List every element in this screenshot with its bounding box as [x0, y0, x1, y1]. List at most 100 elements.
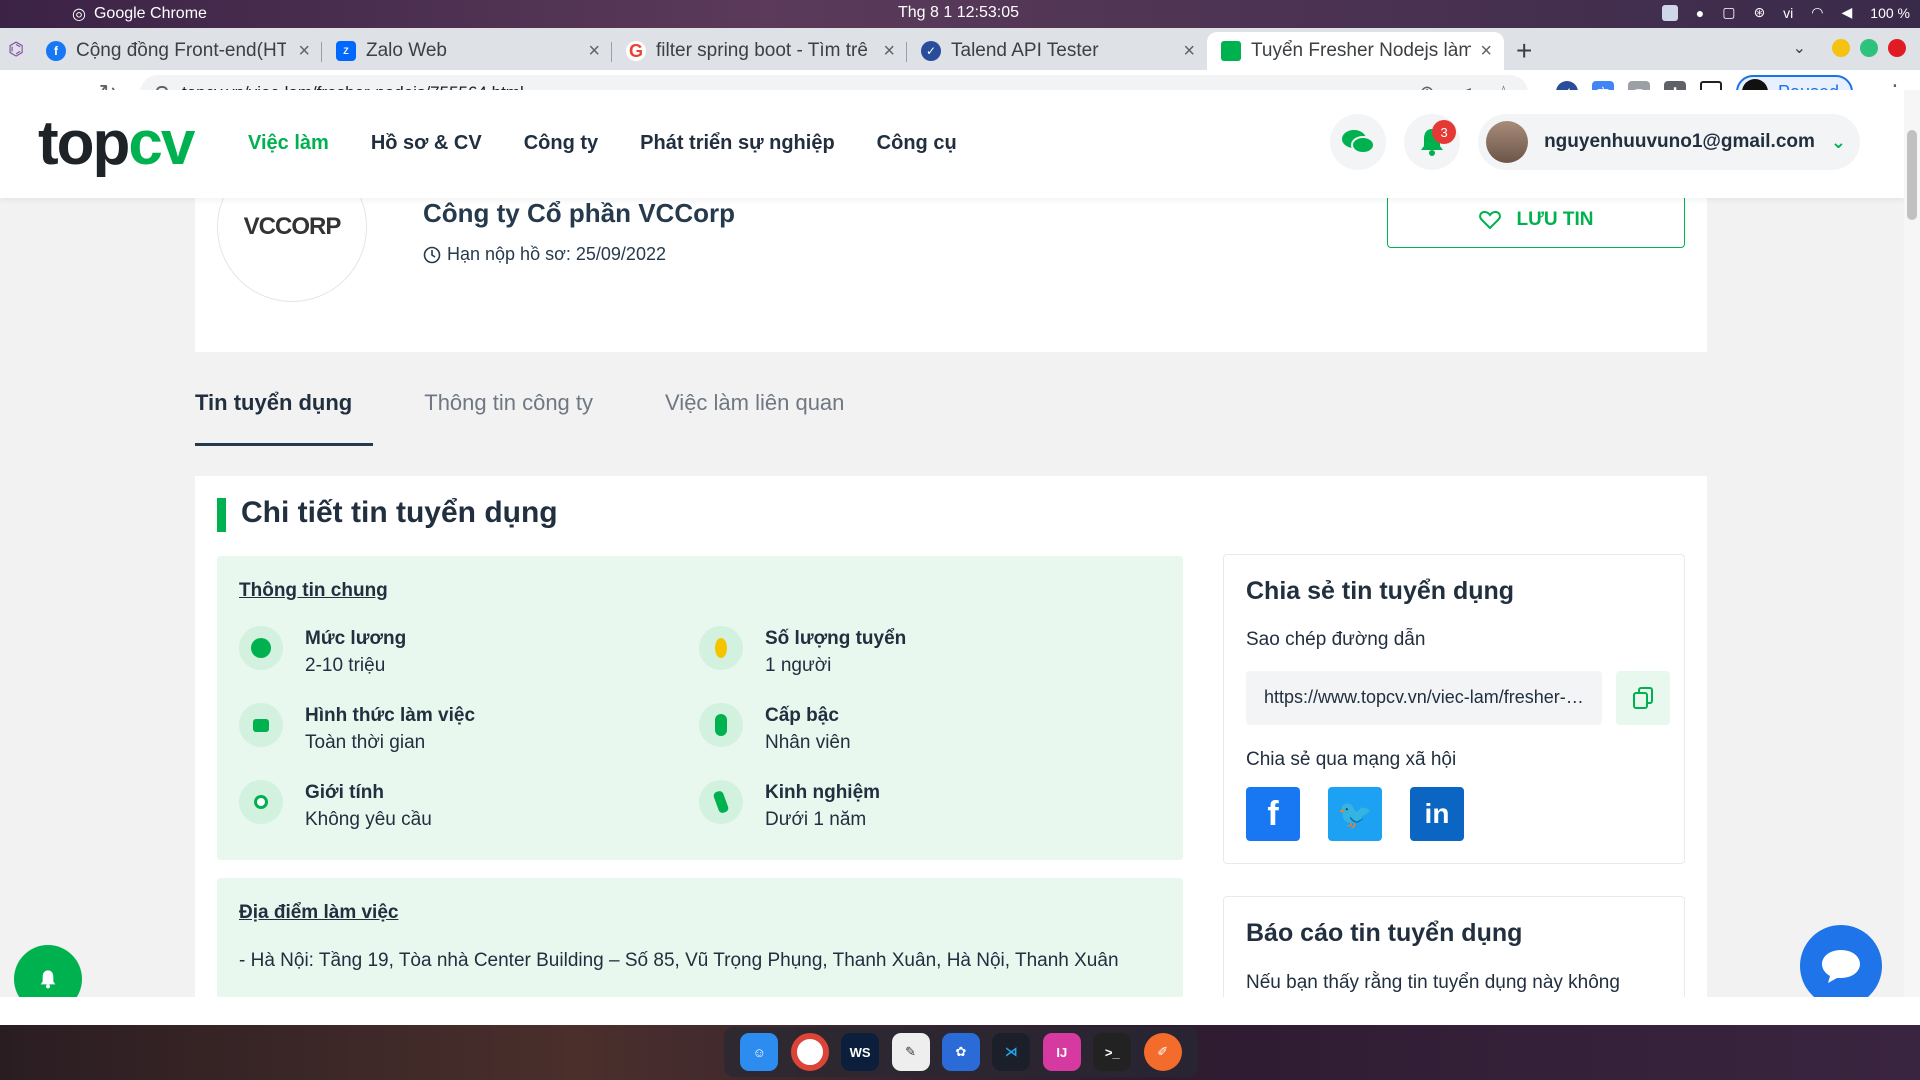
user-menu[interactable]: nguyenhuuvuno1@gmail.com ⌄ [1478, 114, 1860, 170]
chat-icon [1342, 130, 1376, 154]
close-tab-icon[interactable]: × [1480, 40, 1492, 63]
facebook-icon[interactable]: f [1246, 787, 1300, 841]
info-experience: Kinh nghiệm Dưới 1 năm [699, 780, 880, 834]
clock-icon [423, 246, 441, 263]
browser-tab-active[interactable]: Tuyển Fresher Nodejs làm × [1207, 32, 1504, 70]
close-tab-icon[interactable]: × [588, 40, 600, 63]
share-box: Chia sẻ tin tuyển dụng Sao chép đường dẫ… [1223, 554, 1685, 864]
webstorm-icon[interactable]: WS [841, 1033, 880, 1071]
active-app[interactable]: ◎ Google Chrome [72, 4, 207, 24]
tab-strip: ⌬ f Cộng đồng Front-end(HT × Z Zalo Web … [0, 28, 1920, 70]
tab-company-info[interactable]: Thông tin công ty [424, 390, 593, 446]
job-tabs: Tin tuyển dụng Thông tin công ty Việc là… [195, 390, 844, 446]
vscode-icon[interactable]: ⋊ [992, 1033, 1031, 1071]
nav-item-tools[interactable]: Công cụ [877, 132, 957, 155]
page-scrollbar[interactable] [1904, 90, 1920, 997]
browser-tab[interactable]: f Cộng đồng Front-end(HT × [32, 32, 322, 70]
chevron-down-icon: ⌄ [1830, 131, 1846, 152]
minimize-button[interactable] [1832, 39, 1850, 57]
pen-tool-icon[interactable]: ✐ [1143, 1033, 1182, 1071]
copy-link-button[interactable] [1616, 671, 1670, 725]
notification-badge: 3 [1432, 120, 1457, 144]
new-tab-button[interactable]: + [1516, 32, 1532, 70]
report-box: Báo cáo tin tuyển dụng Nếu bạn thấy rằng… [1223, 896, 1685, 997]
job-detail-section: Chi tiết tin tuyển dụng Thông tin chung … [195, 476, 1707, 997]
briefcase-icon [239, 703, 283, 747]
topcv-icon [1221, 41, 1241, 61]
info-work-type: Hình thức làm việc Toàn thời gian [239, 703, 475, 757]
dock: ☺ WS ✎ ✿ ⋊ IJ >_ ✐ [724, 1027, 1198, 1077]
share-link-field[interactable]: https://www.topcv.vn/viec-lam/fresher-no… [1246, 671, 1602, 725]
floating-chat-button[interactable] [1800, 925, 1882, 997]
social-share-buttons: f 🐦 in [1246, 787, 1464, 841]
notifications-button[interactable]: 3 [1404, 114, 1461, 170]
chrome-icon[interactable] [790, 1033, 829, 1071]
battery-status[interactable]: 100 % [1870, 5, 1910, 21]
site-header: topcv Việc làm Hồ sơ & CV Công ty Phát t… [0, 90, 1904, 198]
chevron-down-icon[interactable]: ⌄ [1793, 38, 1806, 58]
main-nav: Việc làm Hồ sơ & CV Công ty Phát triển s… [248, 132, 957, 155]
report-title: Báo cáo tin tuyển dụng [1246, 919, 1523, 947]
close-tab-icon[interactable]: × [883, 40, 895, 63]
volume-icon[interactable]: ◀ [1842, 4, 1853, 21]
accessibility-icon[interactable]: ⊛ [1753, 4, 1765, 21]
system-clock[interactable]: Thg 8 1 12:53:05 [898, 4, 1019, 22]
nav-item-company[interactable]: Công ty [524, 132, 598, 155]
section-title: Chi tiết tin tuyển dụng [217, 496, 558, 532]
location-address: - Hà Nội: Tầng 19, Tòa nhà Center Buildi… [239, 950, 1119, 971]
copy-link-label: Sao chép đường dẫn [1246, 629, 1426, 650]
clipboard-icon[interactable]: ▢ [1722, 4, 1735, 21]
linkedin-icon[interactable]: in [1410, 787, 1464, 841]
badge-icon [699, 703, 743, 747]
work-location-box: Địa điểm làm việc - Hà Nội: Tầng 19, Tòa… [217, 878, 1183, 997]
nav-item-career[interactable]: Phát triển sự nghiệp [640, 132, 835, 155]
copy-icon [1633, 687, 1653, 709]
maximize-button[interactable] [1860, 39, 1878, 57]
general-info-heading: Thông tin chung [239, 580, 388, 601]
system-menubar: ◎ Google Chrome Thg 8 1 12:53:05 ● ▢ ⊛ v… [0, 0, 1920, 28]
network-monitor-icon[interactable]: ● [1696, 5, 1704, 21]
info-salary: Mức lương 2-10 triệu [239, 626, 406, 680]
facebook-icon: f [46, 41, 66, 61]
browser-tab[interactable]: ✓ Talend API Tester × [907, 32, 1207, 70]
avatar [1486, 121, 1529, 163]
terminal-icon[interactable]: >_ [1093, 1033, 1132, 1071]
calendar-icon[interactable] [1661, 4, 1678, 21]
messages-button[interactable] [1330, 114, 1387, 170]
general-info-box: Thông tin chung Mức lương 2-10 triệu Số l… [217, 556, 1183, 860]
gender-icon [239, 780, 283, 824]
close-tab-icon[interactable]: × [1183, 40, 1195, 63]
browser-tab[interactable]: Z Zalo Web × [322, 32, 612, 70]
topcv-logo[interactable]: topcv [38, 108, 195, 179]
people-icon [699, 626, 743, 670]
browser-tab[interactable]: G filter spring boot - Tìm trê × [612, 32, 907, 70]
tab-job-posting[interactable]: Tin tuyển dụng [195, 390, 374, 446]
status-area: ● ▢ ⊛ vi ◠ ◀ 100 % [1661, 4, 1910, 21]
notes-icon[interactable]: ✎ [891, 1033, 930, 1071]
chat-bubble-icon [1822, 950, 1860, 983]
finder-icon[interactable]: ☺ [740, 1033, 779, 1071]
close-tab-icon[interactable]: × [298, 40, 310, 63]
google-icon: G [626, 41, 646, 61]
twitter-icon[interactable]: 🐦 [1328, 787, 1382, 841]
shutter-icon[interactable]: ✿ [941, 1033, 980, 1071]
chrome-icon: ◎ [72, 6, 86, 23]
report-text: Nếu bạn thấy rằng tin tuyển dụng này khô… [1246, 972, 1620, 993]
nav-item-cv[interactable]: Hồ sơ & CV [371, 132, 482, 155]
input-language[interactable]: vi [1783, 5, 1793, 21]
bell-icon [40, 970, 56, 989]
tab-related-jobs[interactable]: Việc làm liên quan [665, 390, 844, 446]
scrollbar-thumb[interactable] [1907, 130, 1917, 220]
zalo-icon: Z [336, 41, 356, 61]
wifi-icon[interactable]: ◠ [1811, 4, 1823, 21]
nav-item-jobs[interactable]: Việc làm [248, 132, 329, 155]
company-name[interactable]: Công ty Cổ phần VCCorp [423, 198, 735, 229]
tab-search-icon[interactable]: ⌬ [0, 39, 32, 60]
floating-notification-button[interactable] [14, 945, 82, 997]
deadline: Hạn nộp hồ sơ: 25/09/2022 [423, 244, 666, 265]
social-share-label: Chia sẻ qua mạng xã hội [1246, 749, 1457, 770]
share-title: Chia sẻ tin tuyển dụng [1246, 577, 1515, 605]
save-job-button[interactable]: LƯU TIN [1387, 192, 1685, 248]
close-window-button[interactable] [1888, 39, 1906, 57]
intellij-icon[interactable]: IJ [1042, 1033, 1081, 1071]
